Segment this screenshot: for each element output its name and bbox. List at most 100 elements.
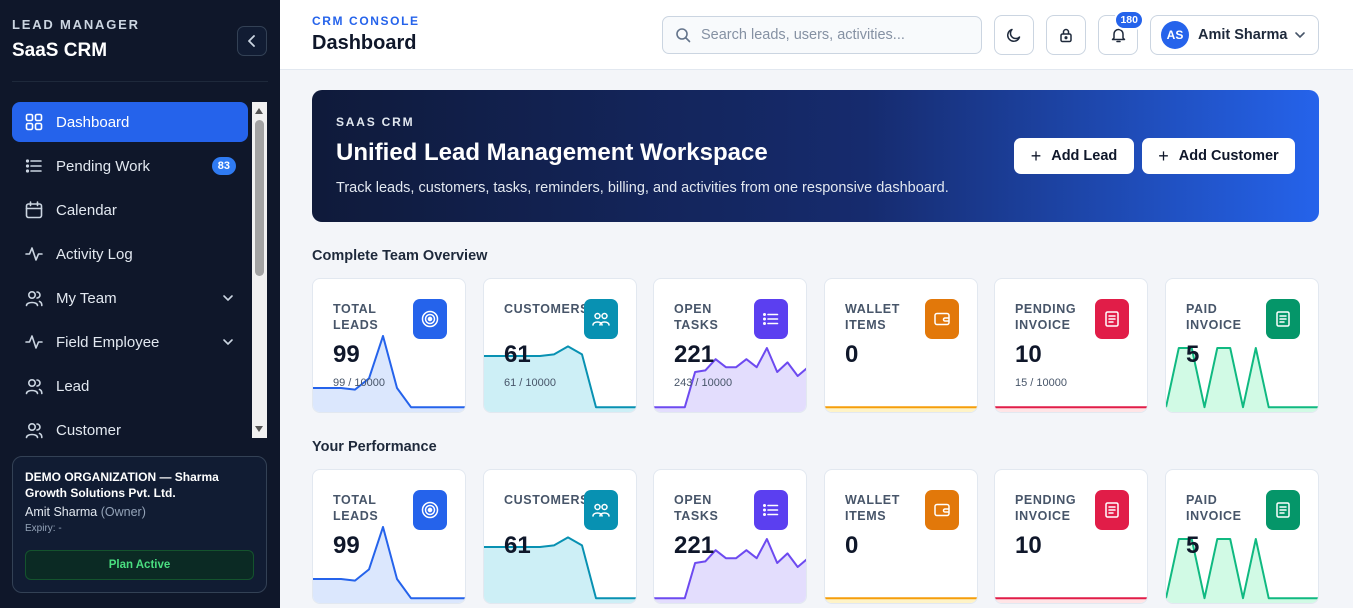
stat-card-total-leads[interactable]: TOTAL LEADS 99 99 / 10000: [312, 278, 466, 413]
pending-count-badge: 83: [211, 157, 236, 175]
page-title: Dashboard: [312, 32, 417, 54]
section-title-your-performance: Your Performance: [312, 439, 437, 455]
plan-active-button[interactable]: Plan Active: [25, 550, 254, 580]
stat-value: 10: [1015, 532, 1042, 559]
hero-title: Unified Lead Management Workspace: [336, 139, 768, 166]
calendar-icon: [24, 200, 44, 220]
users-icon: [24, 288, 44, 308]
sidebar-nav: Dashboard Pending Work 83 Calendar Activ…: [12, 102, 248, 454]
sidebar-item-dashboard[interactable]: Dashboard: [12, 102, 248, 142]
sidebar-item-activity-log[interactable]: Activity Log: [12, 234, 248, 274]
stat-value: 0: [845, 532, 859, 559]
stat-label: WALLET ITEMS: [845, 302, 900, 332]
plan-expiry: Expiry: -: [25, 523, 62, 534]
stat-card-pending-invoice[interactable]: PENDING INVOICE 10 15 / 10000: [994, 278, 1148, 413]
stat-card-open-tasks[interactable]: OPEN TASKS 221: [653, 469, 807, 604]
sidebar-item-label: Calendar: [56, 201, 117, 219]
sidebar-item-field-employee[interactable]: Field Employee: [12, 322, 248, 362]
plus-icon: +: [1030, 145, 1042, 166]
organization-card: DEMO ORGANIZATION — Sharma Growth Soluti…: [12, 456, 267, 593]
lock-icon: [1060, 28, 1072, 43]
moon-icon: [1007, 28, 1021, 42]
stat-label: WALLET ITEMS: [845, 493, 900, 523]
search-box[interactable]: [662, 16, 982, 54]
sidebar-item-my-team[interactable]: My Team: [12, 278, 248, 318]
search-icon: [676, 28, 691, 43]
sidebar-item-label: Lead: [56, 377, 90, 395]
stat-label: PAID INVOICE: [1186, 302, 1242, 332]
stat-label: PENDING INVOICE: [1015, 493, 1077, 523]
notification-count-badge: 180: [1114, 10, 1144, 30]
org-user-name: Amit Sharma: [25, 505, 98, 519]
stat-card-paid-invoice[interactable]: PAID INVOICE 5: [1165, 469, 1319, 604]
brand-name: SaaS CRM: [12, 40, 108, 61]
section-title-team-overview: Complete Team Overview: [312, 248, 488, 264]
stat-card-total-leads[interactable]: TOTAL LEADS 99: [312, 469, 466, 604]
top-header: CRM CONSOLE Dashboard 180 AS Amit Sharma: [280, 0, 1353, 70]
stat-label: PENDING INVOICE: [1015, 302, 1077, 332]
stat-limit: 243 / 10000: [674, 377, 733, 389]
stat-value: 61: [504, 341, 531, 368]
brand-eyebrow: LEAD MANAGER: [12, 17, 140, 32]
user-menu-button[interactable]: AS Amit Sharma: [1150, 15, 1319, 55]
search-input[interactable]: [701, 27, 971, 43]
chevron-down-icon: [1295, 32, 1305, 39]
hero-subtitle: Track leads, customers, tasks, reminders…: [336, 180, 949, 196]
add-customer-button[interactable]: + Add Customer: [1142, 138, 1295, 174]
list-icon: [24, 156, 44, 176]
stat-card-wallet-items[interactable]: WALLET ITEMS 0: [824, 278, 978, 413]
add-lead-button[interactable]: + Add Lead: [1014, 138, 1134, 174]
organization-name: DEMO ORGANIZATION — Sharma Growth Soluti…: [25, 470, 219, 500]
stat-card-paid-invoice[interactable]: PAID INVOICE 5: [1165, 278, 1319, 413]
sidebar-scrollbar[interactable]: [252, 102, 267, 438]
sidebar: LEAD MANAGER SaaS CRM Dashboard Pending …: [0, 0, 280, 608]
notifications-button[interactable]: 180: [1098, 10, 1144, 55]
sidebar-item-label: My Team: [56, 289, 117, 307]
add-lead-label: Add Lead: [1051, 148, 1118, 164]
stat-limit: 15 / 10000: [1015, 377, 1067, 389]
users-icon: [24, 376, 44, 396]
add-customer-label: Add Customer: [1178, 148, 1279, 164]
org-user-role: (Owner): [100, 505, 146, 519]
chevron-down-icon: [223, 339, 233, 346]
stat-value: 61: [504, 532, 531, 559]
stat-label: OPEN TASKS: [674, 302, 719, 332]
stat-card-open-tasks[interactable]: OPEN TASKS 221 243 / 10000: [653, 278, 807, 413]
chevron-left-icon: [248, 35, 255, 47]
pulse-icon: [24, 332, 44, 352]
stat-value: 5: [1186, 341, 1200, 368]
sidebar-item-pending-work[interactable]: Pending Work 83: [12, 146, 248, 186]
stat-limit: 61 / 10000: [504, 377, 556, 389]
collapse-sidebar-button[interactable]: [237, 26, 267, 56]
scroll-thumb[interactable]: [255, 120, 264, 276]
hero-banner: SAAS CRM Unified Lead Management Workspa…: [312, 90, 1319, 222]
grid-icon: [24, 112, 44, 132]
theme-toggle-button[interactable]: [994, 15, 1034, 55]
sidebar-item-lead[interactable]: Lead: [12, 366, 248, 406]
sidebar-item-calendar[interactable]: Calendar: [12, 190, 248, 230]
sidebar-item-label: Customer: [56, 421, 122, 439]
chevron-down-icon: [223, 295, 233, 302]
lock-screen-button[interactable]: [1046, 15, 1086, 55]
avatar: AS: [1161, 21, 1189, 49]
stat-card-wallet-items[interactable]: WALLET ITEMS 0: [824, 469, 978, 604]
stat-value: 221: [674, 532, 715, 559]
users-icon: [24, 420, 44, 440]
stat-label: CUSTOMERS: [504, 302, 590, 316]
stat-value: 99: [333, 341, 360, 368]
sidebar-divider: [12, 81, 268, 82]
stat-label: CUSTOMERS: [504, 493, 590, 507]
stat-card-customers[interactable]: CUSTOMERS 61 61 / 10000: [483, 278, 637, 413]
scroll-down-arrow[interactable]: [255, 426, 263, 432]
scroll-up-arrow[interactable]: [255, 108, 263, 114]
stat-card-pending-invoice[interactable]: PENDING INVOICE 10: [994, 469, 1148, 604]
stat-value: 99: [333, 532, 360, 559]
stat-label: PAID INVOICE: [1186, 493, 1242, 523]
sidebar-item-label: Pending Work: [56, 157, 150, 175]
sidebar-item-label: Dashboard: [56, 113, 130, 131]
stat-value: 0: [845, 341, 859, 368]
sidebar-item-customer[interactable]: Customer: [12, 410, 248, 450]
stat-label: OPEN TASKS: [674, 493, 719, 523]
breadcrumb: CRM CONSOLE: [312, 14, 420, 28]
stat-card-customers[interactable]: CUSTOMERS 61: [483, 469, 637, 604]
